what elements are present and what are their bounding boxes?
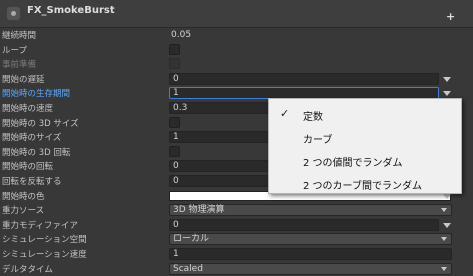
start-delay-value: 0 xyxy=(173,73,179,84)
gravity-source-value: 3D 物理演算 xyxy=(173,205,225,216)
row-start-delay: 開始の遅延 0 xyxy=(0,72,473,87)
delta-time-select[interactable]: Scaled xyxy=(169,262,452,275)
chevron-down-icon xyxy=(441,237,447,242)
gravity-modifier-label: 重力モディファイア xyxy=(2,220,78,231)
row-duration: 継続時間 0.05 xyxy=(0,28,473,43)
start-size-value: 1 xyxy=(173,132,179,143)
menu-item-label: 定数 xyxy=(303,112,323,123)
start-rotation-field[interactable]: 0 xyxy=(169,160,269,173)
simulation-space-label: シミュレーション空間 xyxy=(2,235,87,246)
gravity-source-label: 重力ソース xyxy=(2,206,45,217)
flip-rotation-value: 0 xyxy=(173,175,179,186)
plus-icon[interactable]: + xyxy=(446,11,456,22)
curve-mode-popup-menu: ✓ 定数 カーブ 2 つの値間でランダム 2 つのカーブ間でランダム xyxy=(268,98,462,194)
start-lifetime-value: 1 xyxy=(173,88,179,99)
gravity-modifier-value: 0 xyxy=(173,219,179,230)
menu-item-label: 2 つの値間でランダム xyxy=(303,158,403,169)
component-title: FX_SmokeBurst xyxy=(27,5,115,16)
prewarm-checkbox xyxy=(169,58,180,70)
row-gravity-source: 重力ソース 3D 物理演算 xyxy=(0,203,473,218)
simulation-speed-label: シミュレーション速度 xyxy=(2,249,87,260)
menu-item-constant[interactable]: ✓ 定数 xyxy=(269,103,463,125)
duration-value[interactable]: 0.05 xyxy=(171,30,191,40)
menu-item-label: 2 つのカーブ間でランダム xyxy=(303,181,422,192)
duration-label: 継続時間 xyxy=(2,31,37,41)
start-size-label: 開始時のサイズ xyxy=(2,133,62,144)
3d-start-size-label: 開始時の 3D サイズ xyxy=(2,118,79,129)
chevron-down-icon xyxy=(441,208,447,213)
menu-item-label: カーブ xyxy=(303,135,333,146)
gravity-modifier-dropdown-icon[interactable] xyxy=(441,220,453,231)
chevron-down-icon xyxy=(441,266,447,271)
start-delay-label: 開始の遅延 xyxy=(2,74,45,85)
prewarm-label: 事前準備 xyxy=(2,60,37,71)
looping-checkbox[interactable] xyxy=(169,43,180,55)
flip-rotation-field[interactable]: 0 xyxy=(169,174,269,187)
gravity-source-select[interactable]: 3D 物理演算 xyxy=(169,204,452,217)
checkmark-icon: ✓ xyxy=(280,107,290,120)
start-rotation-label: 開始時の回転 xyxy=(2,162,54,173)
menu-item-curve[interactable]: カーブ xyxy=(269,126,463,148)
menu-item-random-two-constants[interactable]: 2 つの値間でランダム xyxy=(269,149,463,171)
row-delta-time: デルタタイム Scaled xyxy=(0,262,473,276)
start-color-label: 開始時の色 xyxy=(2,191,45,202)
row-prewarm: 事前準備 xyxy=(0,57,473,72)
menu-item-random-two-curves[interactable]: 2 つのカーブ間でランダム xyxy=(269,172,463,194)
start-speed-value: 0.3 xyxy=(173,102,188,113)
particle-system-icon[interactable] xyxy=(7,7,20,20)
3d-start-rotation-checkbox[interactable] xyxy=(169,145,180,157)
start-rotation-value: 0 xyxy=(173,161,179,172)
start-speed-label: 開始時の速度 xyxy=(2,103,54,114)
start-speed-field[interactable]: 0.3 xyxy=(169,101,269,114)
start-delay-dropdown-icon[interactable] xyxy=(441,74,453,85)
simulation-space-select[interactable]: ローカル xyxy=(169,233,452,246)
row-gravity-modifier: 重力モディファイア 0 xyxy=(0,218,473,233)
start-lifetime-label: 開始時の生存期間 xyxy=(2,89,71,100)
flip-rotation-label: 回転を反転する xyxy=(2,176,62,187)
row-simulation-space: シミュレーション空間 ローカル xyxy=(0,232,473,247)
simulation-speed-value: 1 xyxy=(173,248,179,259)
gravity-modifier-field[interactable]: 0 xyxy=(169,218,439,231)
simulation-speed-field[interactable]: 1 xyxy=(169,247,452,260)
row-looping: ループ xyxy=(0,43,473,58)
start-delay-field[interactable]: 0 xyxy=(169,72,439,85)
row-simulation-speed: シミュレーション速度 1 xyxy=(0,247,473,262)
3d-start-rotation-label: 開始時の 3D 回転 xyxy=(2,147,71,158)
delta-time-value: Scaled xyxy=(173,263,203,274)
simulation-space-value: ローカル xyxy=(173,234,210,245)
3d-start-size-checkbox[interactable] xyxy=(169,116,180,128)
component-header: FX_SmokeBurst + xyxy=(0,0,473,28)
looping-label: ループ xyxy=(2,45,27,56)
delta-time-label: デルタタイム xyxy=(2,264,53,275)
start-size-field[interactable]: 1 xyxy=(169,131,269,144)
